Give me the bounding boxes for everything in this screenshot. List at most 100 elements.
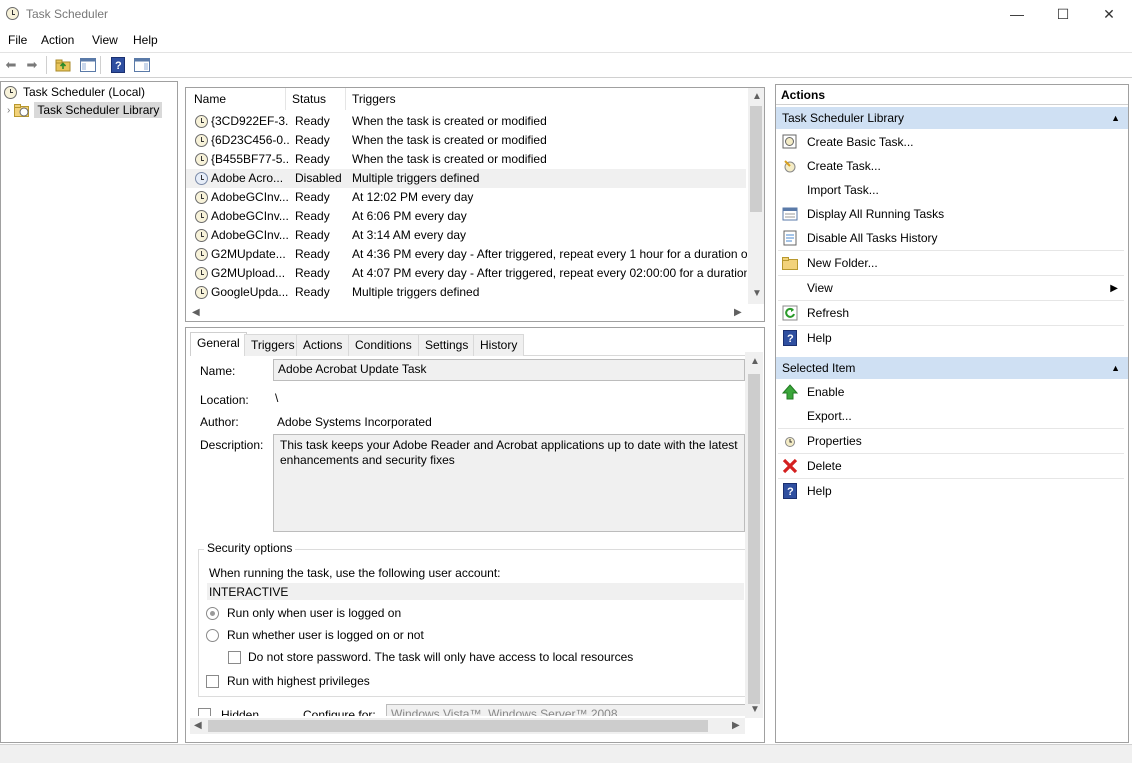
table-row[interactable]: {6D23C456-0... Ready When the task is crea…: [186, 131, 746, 150]
maximize-button[interactable]: ☐: [1040, 0, 1086, 28]
scroll-down-icon[interactable]: ▼: [752, 288, 762, 299]
action-enable[interactable]: Enable: [776, 381, 1128, 403]
action-view[interactable]: View ▶: [776, 277, 1128, 299]
action-display-all-running-tasks[interactable]: Display All Running Tasks: [776, 203, 1128, 225]
scroll-up-icon[interactable]: ▲: [750, 356, 760, 367]
forward-arrow-icon[interactable]: ➡: [23, 56, 41, 74]
action-refresh[interactable]: Refresh: [776, 302, 1128, 324]
svg-text:?: ?: [115, 60, 122, 72]
action-help[interactable]: ? Help: [776, 480, 1128, 502]
action-disable-all-tasks-history[interactable]: Disable All Tasks History: [776, 227, 1128, 249]
tab-history[interactable]: History: [473, 334, 525, 356]
action-properties[interactable]: Properties: [776, 430, 1128, 452]
run-account-field[interactable]: INTERACTIVE: [207, 583, 744, 600]
menu-file[interactable]: File: [8, 33, 27, 47]
details-horizontal-scrollbar[interactable]: ◀ ▶: [190, 718, 745, 734]
security-options-label: Security options: [204, 541, 296, 555]
checkbox-no-store-password[interactable]: [228, 651, 241, 664]
collapse-up-icon[interactable]: ▲: [1111, 107, 1120, 129]
checkbox-hidden[interactable]: [198, 708, 211, 716]
task-status: Ready: [295, 285, 330, 299]
scroll-left-icon[interactable]: ◀: [192, 307, 200, 318]
show-hide-console-tree-icon[interactable]: [79, 56, 97, 74]
name-field[interactable]: Adobe Acrobat Update Task: [273, 359, 745, 381]
table-row[interactable]: AdobeGCInv... Ready At 12:02 PM every day: [186, 188, 746, 207]
console-tree: Task Scheduler (Local) › Task Scheduler …: [0, 81, 178, 743]
section-header-library[interactable]: Task Scheduler Library ▲: [776, 107, 1128, 129]
running-tasks-icon: [782, 206, 798, 222]
table-row[interactable]: G2MUpload... Ready At 4:07 PM every day - …: [186, 264, 747, 283]
task-status: Ready: [295, 228, 330, 242]
column-header-triggers[interactable]: Triggers: [346, 88, 746, 110]
action-delete[interactable]: Delete: [776, 455, 1128, 477]
action-help[interactable]: ? Help: [776, 327, 1128, 349]
tab-settings[interactable]: Settings: [418, 334, 476, 356]
table-row[interactable]: Adobe Acro... Disabled Multiple triggers d…: [186, 169, 746, 188]
highest-privileges-label: Run with highest privileges: [227, 674, 370, 688]
table-row[interactable]: {3CD922EF-3... Ready When the task is crea…: [186, 112, 746, 131]
help-icon[interactable]: ?: [109, 56, 127, 74]
menu-help[interactable]: Help: [133, 33, 158, 47]
scroll-left-icon[interactable]: ◀: [194, 720, 202, 731]
description-field[interactable]: This task keeps your Adobe Reader and Ac…: [273, 434, 745, 532]
tab-general[interactable]: General: [190, 332, 247, 356]
section-header-selected-item[interactable]: Selected Item ▲: [776, 357, 1128, 379]
action-export[interactable]: Export...: [776, 405, 1128, 427]
radio-run-whether[interactable]: [206, 629, 219, 642]
action-create-task[interactable]: Create Task...: [776, 155, 1128, 177]
up-folder-icon[interactable]: [54, 56, 72, 74]
table-row[interactable]: AdobeGCInv... Ready At 3:14 AM every day: [186, 226, 746, 245]
show-hide-action-pane-icon[interactable]: [133, 56, 151, 74]
tree-item-library[interactable]: › Task Scheduler Library: [7, 101, 163, 119]
column-header-name[interactable]: Name: [188, 88, 286, 110]
tab-actions[interactable]: Actions: [296, 334, 350, 356]
task-list-vertical-scrollbar[interactable]: ▲ ▼: [748, 88, 764, 304]
divider: [778, 453, 1124, 454]
svg-text:?: ?: [787, 333, 794, 345]
run-account-label: When running the task, use the following…: [209, 566, 501, 580]
radio-run-logged-on[interactable]: [206, 607, 219, 620]
table-row[interactable]: AdobeGCInv... Ready At 6:06 PM every day: [186, 207, 746, 226]
task-clock-icon: [195, 267, 208, 280]
action-label: Help: [807, 331, 832, 345]
scroll-right-icon[interactable]: ▶: [734, 307, 742, 318]
task-name: {6D23C456-0...: [211, 133, 289, 147]
checkbox-highest-privileges[interactable]: [206, 675, 219, 688]
column-header-status[interactable]: Status: [286, 88, 346, 110]
location-value: \: [275, 391, 279, 405]
scroll-right-icon[interactable]: ▶: [732, 720, 740, 731]
configure-for-select[interactable]: Windows Vista™, Windows Server™ 2008: [386, 704, 746, 716]
tree-item-local[interactable]: Task Scheduler (Local): [4, 83, 145, 101]
details-vertical-scrollbar[interactable]: ▲ ▼: [745, 352, 763, 718]
table-row[interactable]: G2MUpdate... Ready At 4:36 PM every day - …: [186, 245, 747, 264]
clock-icon: [4, 85, 17, 99]
tab-triggers[interactable]: Triggers: [244, 334, 302, 356]
task-list-horizontal-scrollbar[interactable]: ◀ ▶: [186, 304, 748, 321]
task-triggers: At 12:02 PM every day: [352, 190, 474, 204]
actions-pane: Actions Task Scheduler Library ▲ Create …: [775, 84, 1129, 743]
table-row[interactable]: {B455BF77-5... Ready When the task is crea…: [186, 150, 746, 169]
scrollbar-thumb[interactable]: [750, 106, 762, 212]
task-triggers: At 4:07 PM every day - After triggered, …: [352, 266, 747, 280]
action-create-basic-task[interactable]: Create Basic Task...: [776, 131, 1128, 153]
action-new-folder[interactable]: New Folder...: [776, 252, 1128, 274]
description-line-2: enhancements and security fixes: [280, 453, 455, 467]
minimize-button[interactable]: —: [994, 0, 1040, 28]
menu-action[interactable]: Action: [41, 33, 74, 47]
close-button[interactable]: ✕: [1086, 0, 1132, 28]
action-import-task[interactable]: Import Task...: [776, 179, 1128, 201]
author-label: Author:: [200, 415, 239, 429]
divider: [778, 325, 1124, 326]
scrollbar-thumb[interactable]: [748, 374, 760, 704]
table-row[interactable]: GoogleUpda... Ready Multiple triggers defi…: [186, 283, 746, 302]
collapse-up-icon[interactable]: ▲: [1111, 357, 1120, 379]
task-status: Ready: [295, 209, 330, 223]
scroll-up-icon[interactable]: ▲: [752, 91, 762, 102]
tab-conditions[interactable]: Conditions: [348, 334, 419, 356]
task-name: GoogleUpda...: [211, 285, 289, 299]
scroll-down-icon[interactable]: ▼: [750, 704, 760, 715]
scrollbar-thumb[interactable]: [208, 720, 708, 732]
menu-view[interactable]: View: [92, 33, 118, 47]
help-icon: ?: [782, 330, 798, 346]
back-arrow-icon[interactable]: ⬅: [2, 56, 20, 74]
